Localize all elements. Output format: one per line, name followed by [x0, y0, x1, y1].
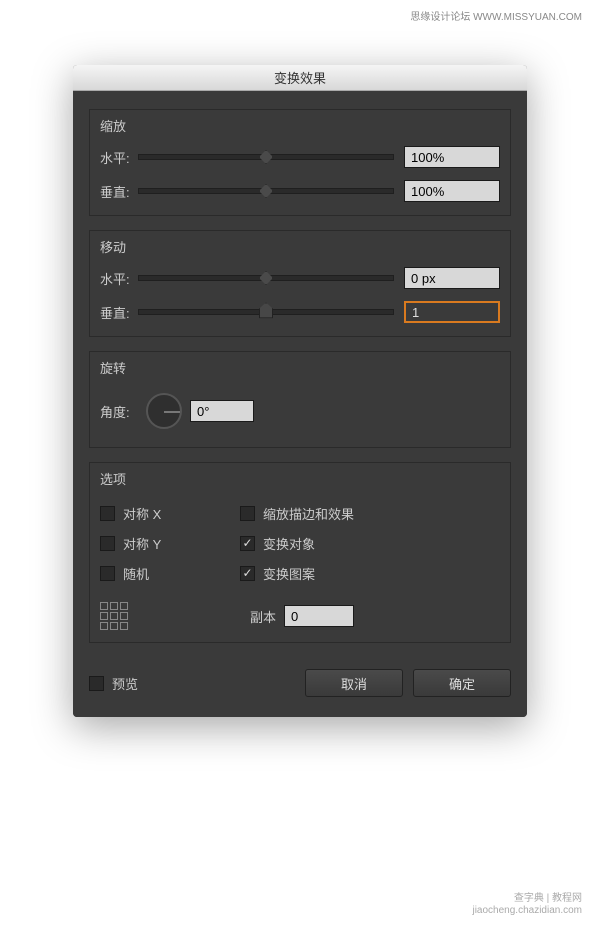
checkbox-icon: [100, 536, 115, 551]
checkbox-icon: [100, 566, 115, 581]
move-horizontal-label: 水平:: [100, 269, 138, 288]
move-vertical-row: 垂直:: [100, 300, 500, 324]
anchor-cell[interactable]: [110, 612, 118, 620]
slider-thumb-icon[interactable]: [259, 302, 273, 318]
transform-patterns-checkbox[interactable]: 变换图案: [240, 558, 354, 588]
anchor-cell[interactable]: [110, 602, 118, 610]
rotate-group: 旋转 角度:: [89, 351, 511, 448]
scale-group: 缩放 水平: 垂直:: [89, 109, 511, 216]
checkbox-icon: [240, 536, 255, 551]
random-checkbox[interactable]: 随机: [100, 558, 240, 588]
scale-vertical-slider[interactable]: [138, 188, 394, 194]
transform-objects-label: 变换对象: [263, 534, 315, 553]
checkbox-icon: [240, 566, 255, 581]
options-bottom-row: 副本: [100, 602, 500, 630]
watermark-bottom: 查字典 | 教程网 jiaocheng.chazidian.com: [472, 893, 582, 917]
options-title: 选项: [90, 463, 510, 492]
move-title: 移动: [90, 231, 510, 260]
checkbox-icon: [240, 506, 255, 521]
slider-thumb-icon[interactable]: [259, 150, 273, 164]
transform-patterns-label: 变换图案: [263, 564, 315, 583]
anchor-cell[interactable]: [100, 612, 108, 620]
scale-vertical-row: 垂直:: [100, 179, 500, 203]
scale-horizontal-input[interactable]: [404, 146, 500, 168]
preview-checkbox[interactable]: 预览: [89, 674, 138, 693]
transform-effect-dialog: 变换效果 缩放 水平: 垂直:: [73, 65, 527, 717]
watermark-bottom-line2: jiaocheng.chazidian.com: [472, 905, 582, 917]
anchor-cell[interactable]: [120, 622, 128, 630]
options-group: 选项 对称 X 对称 Y 随机: [89, 462, 511, 643]
move-group: 移动 水平: 垂直:: [89, 230, 511, 337]
transform-objects-checkbox[interactable]: 变换对象: [240, 528, 354, 558]
cancel-button[interactable]: 取消: [305, 669, 403, 697]
dialog-footer: 预览 取消 确定: [89, 669, 511, 697]
dialog-titlebar: 变换效果: [73, 65, 527, 91]
move-horizontal-input[interactable]: [404, 267, 500, 289]
dialog-body: 缩放 水平: 垂直: 移动: [73, 91, 527, 717]
anchor-cell[interactable]: [120, 602, 128, 610]
scale-vertical-input[interactable]: [404, 180, 500, 202]
preview-label: 预览: [112, 674, 138, 693]
angle-input[interactable]: [190, 400, 254, 422]
scale-horizontal-slider[interactable]: [138, 154, 394, 160]
move-vertical-label: 垂直:: [100, 303, 138, 322]
scale-horizontal-row: 水平:: [100, 145, 500, 169]
watermark-bottom-line1: 查字典 | 教程网: [472, 893, 582, 905]
scale-strokes-label: 缩放描边和效果: [263, 504, 354, 523]
reflect-y-label: 对称 Y: [123, 534, 161, 553]
angle-label: 角度:: [100, 402, 138, 421]
angle-row: 角度:: [100, 387, 500, 435]
scale-vertical-label: 垂直:: [100, 182, 138, 201]
move-vertical-input[interactable]: [404, 301, 500, 323]
copies-label: 副本: [250, 607, 276, 626]
reflect-y-checkbox[interactable]: 对称 Y: [100, 528, 240, 558]
watermark-top: 思缘设计论坛 WWW.MISSYUAN.COM: [410, 8, 582, 23]
slider-thumb-icon[interactable]: [259, 184, 273, 198]
anchor-cell[interactable]: [120, 612, 128, 620]
reflect-x-checkbox[interactable]: 对称 X: [100, 498, 240, 528]
ok-button[interactable]: 确定: [413, 669, 511, 697]
anchor-point-selector[interactable]: [100, 602, 128, 630]
anchor-cell[interactable]: [110, 622, 118, 630]
reflect-x-label: 对称 X: [123, 504, 161, 523]
move-horizontal-row: 水平:: [100, 266, 500, 290]
copies-input[interactable]: [284, 605, 354, 627]
scale-horizontal-label: 水平:: [100, 148, 138, 167]
rotate-title: 旋转: [90, 352, 510, 381]
anchor-cell[interactable]: [100, 602, 108, 610]
move-horizontal-slider[interactable]: [138, 275, 394, 281]
checkbox-icon: [100, 506, 115, 521]
slider-thumb-icon[interactable]: [259, 271, 273, 285]
dialog-title: 变换效果: [274, 68, 326, 87]
move-vertical-slider[interactable]: [138, 309, 394, 315]
scale-strokes-checkbox[interactable]: 缩放描边和效果: [240, 498, 354, 528]
random-label: 随机: [123, 564, 149, 583]
anchor-cell[interactable]: [100, 622, 108, 630]
checkbox-icon: [89, 676, 104, 691]
angle-dial[interactable]: [146, 393, 182, 429]
scale-title: 缩放: [90, 110, 510, 139]
